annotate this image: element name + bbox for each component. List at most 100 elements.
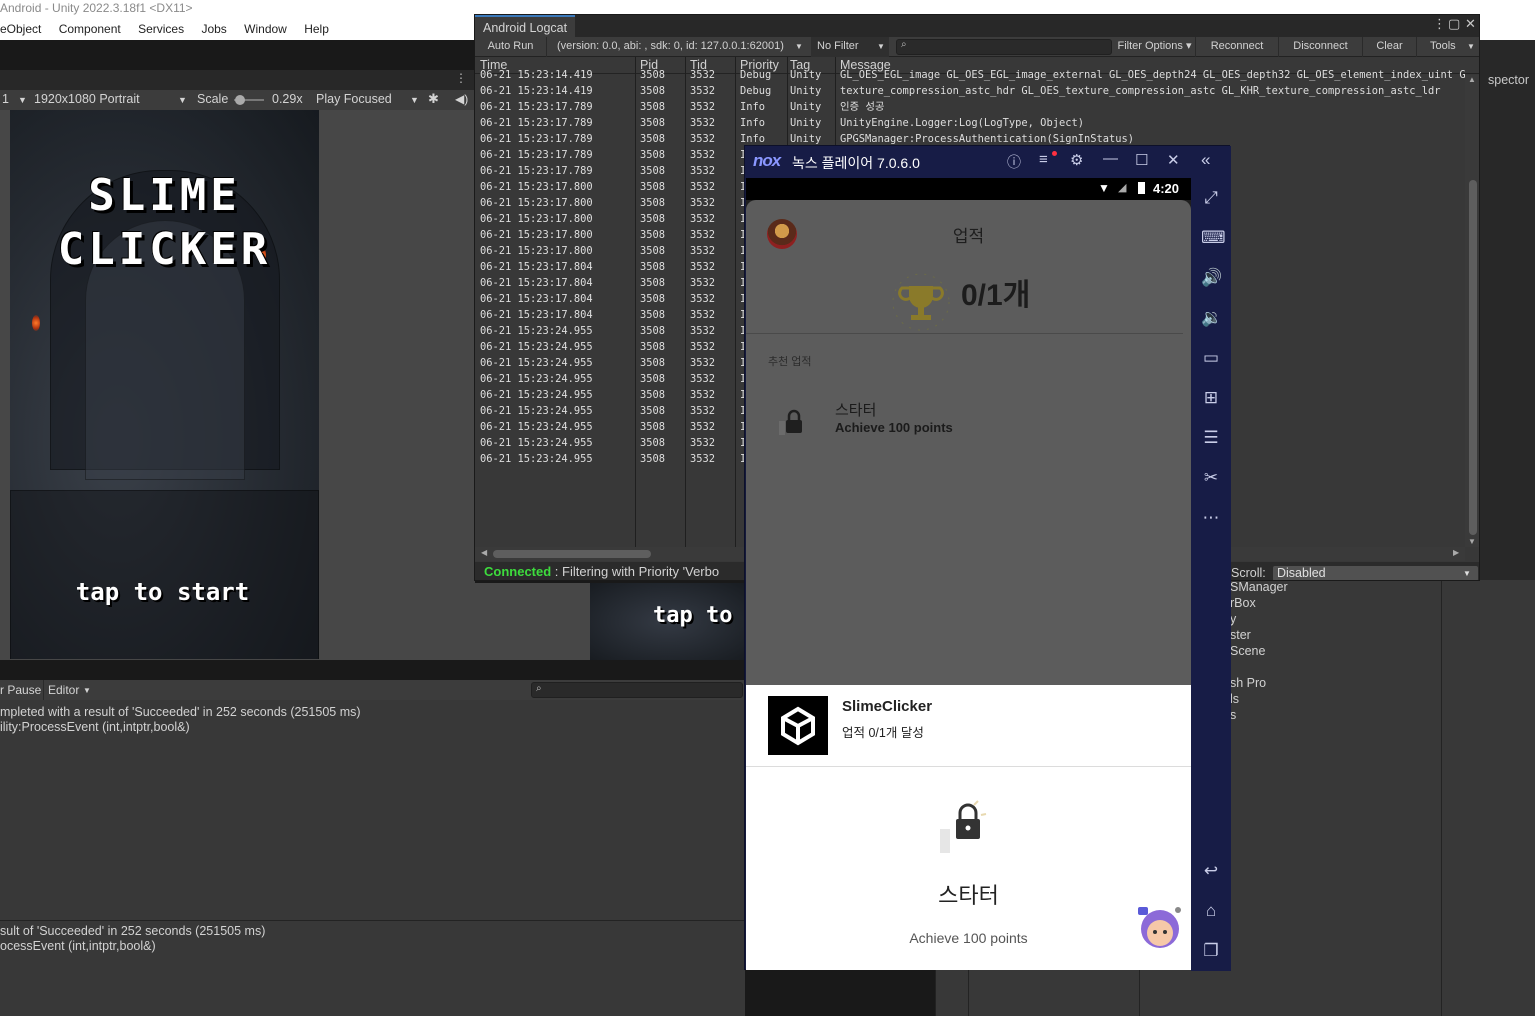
chevron-down-icon[interactable]: ▼ bbox=[178, 95, 187, 105]
menu-jobs[interactable]: Jobs bbox=[201, 18, 226, 40]
multi-instance-icon[interactable]: ☰ bbox=[1201, 428, 1221, 448]
logcat-search-input[interactable]: ⌕ bbox=[896, 39, 1112, 55]
log-cell-pid: 3508 bbox=[640, 85, 666, 97]
reconnect-button[interactable]: Reconnect bbox=[1196, 37, 1279, 57]
menu-services[interactable]: Services bbox=[138, 18, 184, 40]
hierarchy-item[interactable]: ls bbox=[1230, 692, 1239, 706]
log-cell-time: 06-21 15:23:24.955 bbox=[480, 341, 593, 353]
keyboard-icon[interactable]: ⌨ bbox=[1201, 228, 1226, 248]
hierarchy-item[interactable]: ster bbox=[1230, 628, 1251, 642]
logcat-vertical-scrollbar[interactable]: ▲ ▼ bbox=[1465, 75, 1479, 547]
close-icon[interactable]: ✕ bbox=[1167, 151, 1180, 169]
log-cell-tid: 3532 bbox=[690, 341, 716, 353]
menu-icon[interactable]: ≡ bbox=[1039, 151, 1048, 168]
scroll-right-icon[interactable]: ▶ bbox=[1453, 548, 1459, 557]
play-mode-select[interactable]: Play Focused bbox=[316, 92, 392, 106]
recommended-section-label: 추천 업적 bbox=[768, 356, 812, 368]
more-options-icon[interactable]: ⋮ bbox=[1433, 16, 1446, 32]
console-line[interactable]: mpleted with a result of 'Succeeded' in … bbox=[0, 705, 361, 719]
log-cell-tid: 3532 bbox=[690, 245, 716, 257]
achievement-progress: 업적 0/1개 달성 bbox=[842, 726, 924, 740]
scroll-down-icon[interactable]: ▼ bbox=[1468, 537, 1476, 546]
inspector-tab[interactable]: spector bbox=[1480, 70, 1535, 90]
maximize-icon[interactable]: ▢ bbox=[1448, 16, 1460, 32]
log-cell-time: 06-21 15:23:17.800 bbox=[480, 181, 593, 193]
clear-button[interactable]: Clear bbox=[1363, 37, 1417, 57]
recent-apps-icon[interactable]: ❐ bbox=[1201, 941, 1221, 961]
tools-dropdown[interactable]: Tools bbox=[1430, 37, 1456, 57]
log-cell-time: 06-21 15:23:24.955 bbox=[480, 389, 593, 401]
logcat-titlebar: Android Logcat ⋮ ▢ ✕ bbox=[475, 15, 1479, 37]
game-view-toolbar: 1 ▼ 1920x1080 Portrait ▼ Scale 0.29x Pla… bbox=[0, 90, 475, 110]
log-cell-tid: 3532 bbox=[690, 373, 716, 385]
logcat-tab[interactable]: Android Logcat bbox=[475, 15, 576, 37]
log-row[interactable]: 06-21 15:23:14.419 3508 3532 Debug Unity GL_… bbox=[475, 67, 1465, 83]
hierarchy-item[interactable]: SManager bbox=[1230, 580, 1288, 594]
console-line[interactable]: ility:ProcessEvent (int,intptr,bool&) bbox=[0, 720, 190, 734]
project-panel bbox=[935, 970, 1235, 1016]
log-row[interactable]: 06-21 15:23:17.789 3508 3532 Info Unity 인증 성공 bbox=[475, 99, 1465, 115]
chevron-down-icon[interactable]: ▼ bbox=[410, 95, 419, 105]
minimize-icon[interactable]: — bbox=[1103, 150, 1118, 167]
console-search-input[interactable]: ⌕ bbox=[531, 682, 743, 698]
achievement-name[interactable]: 스타터 bbox=[835, 399, 876, 420]
close-icon[interactable]: ✕ bbox=[1465, 16, 1476, 32]
volume-down-icon[interactable]: 🔉 bbox=[1201, 308, 1222, 328]
log-cell-time: 06-21 15:23:24.955 bbox=[480, 373, 593, 385]
scale-value: 0.29x bbox=[272, 92, 303, 106]
auto-run-toggle[interactable]: Auto Run bbox=[475, 37, 547, 57]
hierarchy-item[interactable]: Scene bbox=[1230, 644, 1265, 658]
game-viewport[interactable]: SLIME CLICKER tap to start bbox=[10, 110, 319, 659]
scroll-left-icon[interactable]: ◀ bbox=[481, 548, 487, 557]
device-dropdown[interactable]: (version: 0.0, abi: , sdk: 0, id: 127.0.… bbox=[551, 37, 809, 57]
scrollbar-thumb[interactable] bbox=[1469, 180, 1477, 535]
hierarchy-item[interactable]: rBox bbox=[1230, 596, 1256, 610]
resolution-select[interactable]: 1920x1080 Portrait bbox=[34, 92, 140, 106]
editor-dropdown[interactable]: Editor bbox=[48, 683, 79, 697]
help-icon[interactable]: ⓘ bbox=[1007, 152, 1021, 172]
console-splitter[interactable] bbox=[0, 920, 745, 921]
scroll-up-icon[interactable]: ▲ bbox=[1468, 75, 1476, 84]
hierarchy-item[interactable]: sh Pro bbox=[1230, 676, 1266, 690]
filter-options-dropdown[interactable]: Filter Options ▾ bbox=[1114, 37, 1196, 57]
disconnect-button[interactable]: Disconnect bbox=[1279, 37, 1363, 57]
log-cell-pid: 3508 bbox=[640, 229, 666, 241]
log-cell-pid: 3508 bbox=[640, 245, 666, 257]
scale-slider-handle[interactable] bbox=[235, 95, 245, 105]
display-select[interactable]: 1 bbox=[2, 92, 9, 106]
log-cell-time: 06-21 15:23:24.955 bbox=[480, 437, 593, 449]
fullscreen-icon[interactable]: ⤢ bbox=[1201, 188, 1221, 208]
menu-help[interactable]: Help bbox=[304, 18, 329, 40]
chevron-down-icon[interactable]: ▼ bbox=[795, 37, 803, 57]
menu-window[interactable]: Window bbox=[244, 18, 287, 40]
log-cell-pid: 3508 bbox=[640, 421, 666, 433]
log-row[interactable]: 06-21 15:23:17.789 3508 3532 Info Unity Unity… bbox=[475, 115, 1465, 131]
scrollbar-thumb[interactable] bbox=[493, 550, 651, 558]
volume-up-icon[interactable]: 🔊 bbox=[1201, 268, 1222, 288]
scroll-dropdown[interactable]: Disabled ▼ bbox=[1273, 566, 1478, 580]
chevron-down-icon[interactable]: ▼ bbox=[877, 37, 885, 57]
log-cell-priority: Info bbox=[740, 101, 766, 113]
collapse-sidebar-icon[interactable]: « bbox=[1201, 150, 1210, 170]
bug-icon[interactable]: ✱ bbox=[428, 91, 439, 107]
scissors-icon[interactable]: ✂ bbox=[1201, 468, 1221, 488]
more-icon[interactable]: ⋯ bbox=[1201, 508, 1221, 528]
maximize-icon[interactable]: ☐ bbox=[1135, 151, 1148, 169]
chevron-down-icon[interactable]: ▼ bbox=[18, 95, 27, 105]
screen-icon[interactable]: ▭ bbox=[1201, 348, 1221, 368]
error-pause-toggle[interactable]: r Pause bbox=[0, 683, 41, 697]
nox-mascot-icon[interactable] bbox=[1136, 905, 1182, 949]
speaker-icon[interactable]: ◀) bbox=[455, 92, 468, 106]
log-row[interactable]: 06-21 15:23:14.419 3508 3532 Debug Unity text… bbox=[475, 83, 1465, 99]
back-icon[interactable]: ↩ bbox=[1201, 861, 1221, 881]
apk-install-icon[interactable]: ⊞ bbox=[1201, 388, 1221, 408]
home-icon[interactable]: ⌂ bbox=[1201, 901, 1221, 921]
search-icon: ⌕ bbox=[536, 683, 542, 694]
secondary-game-viewport[interactable]: tap to bbox=[590, 583, 745, 660]
chevron-down-icon[interactable]: ▼ bbox=[1467, 37, 1475, 57]
menu-gameobject[interactable]: eObject bbox=[0, 18, 41, 40]
menu-component[interactable]: Component bbox=[59, 18, 121, 40]
settings-icon[interactable]: ⚙ bbox=[1070, 151, 1083, 169]
more-options-icon[interactable]: ⋮ bbox=[455, 71, 467, 85]
chevron-down-icon[interactable]: ▼ bbox=[83, 686, 91, 695]
